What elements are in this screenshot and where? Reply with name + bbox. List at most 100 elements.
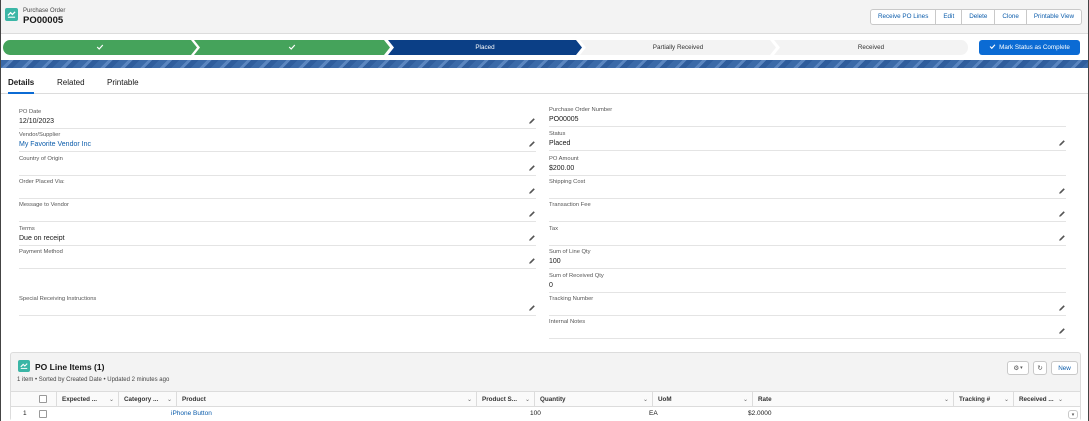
column-tracking[interactable]: Tracking # ⌄ bbox=[953, 392, 1013, 407]
table-header: Expected ... ⌄ Category ... ⌄ Product ⌄ Pro… bbox=[11, 391, 1080, 407]
chevron-down-icon: ⌄ bbox=[466, 397, 472, 403]
edit-pencil-icon[interactable] bbox=[1058, 139, 1066, 147]
path-step-received[interactable]: Received bbox=[774, 40, 968, 55]
chevron-down-icon: ⌄ bbox=[524, 397, 530, 403]
edit-pencil-icon[interactable] bbox=[1058, 234, 1066, 242]
refresh-icon: ↻ bbox=[1037, 364, 1043, 372]
status-path: Placed Partially Received Received bbox=[1, 38, 1088, 58]
tab-printable[interactable]: Printable bbox=[107, 78, 139, 87]
field-special-receiving-instructions: Special Receiving Instructions bbox=[19, 294, 536, 316]
tab-details[interactable]: Details bbox=[8, 78, 35, 94]
record-page: Purchase Order PO00005 Receive PO Lines … bbox=[0, 0, 1089, 421]
record-tabs: Details Related Printable bbox=[1, 68, 1088, 94]
column-category[interactable]: Category ... ⌄ bbox=[118, 392, 176, 407]
field-sum-of-received-qty: Sum of Received Qty 0 bbox=[549, 271, 1066, 293]
related-list-subtitle: 1 item • Sorted by Created Date • Update… bbox=[17, 377, 170, 383]
path-step-label: Partially Received bbox=[652, 44, 704, 51]
po-line-items-related-list: PO Line Items (1) 1 item • Sorted by Cre… bbox=[10, 352, 1081, 421]
edit-pencil-icon[interactable] bbox=[528, 210, 536, 218]
edit-pencil-icon[interactable] bbox=[1058, 327, 1066, 335]
edit-pencil-icon[interactable] bbox=[528, 187, 536, 195]
path-step-placed[interactable]: Placed bbox=[388, 40, 582, 55]
field-terms: Terms Due on receipt bbox=[19, 224, 536, 246]
edit-pencil-icon[interactable] bbox=[528, 164, 536, 172]
chevron-down-icon: ⌄ bbox=[1057, 397, 1063, 403]
decorative-banner bbox=[1, 60, 1088, 68]
chevron-down-icon: ⌄ bbox=[1003, 397, 1009, 403]
chevron-down-icon: ▾ bbox=[1071, 411, 1075, 418]
select-all-checkbox[interactable] bbox=[39, 395, 47, 403]
field-status: Status Placed bbox=[549, 129, 1066, 151]
header-action-buttons: Receive PO Lines Edit Delete Clone Print… bbox=[869, 9, 1082, 25]
row-number: 1 bbox=[23, 410, 27, 417]
edit-pencil-icon[interactable] bbox=[1058, 187, 1066, 195]
field-order-placed-via: Order Placed Via: bbox=[19, 177, 536, 199]
chevron-down-icon: ⌄ bbox=[108, 397, 114, 403]
row-quantity: 100 bbox=[530, 410, 541, 417]
field-po-amount: PO Amount $200.00 bbox=[549, 154, 1066, 176]
printable-view-button[interactable]: Printable View bbox=[1025, 10, 1081, 24]
gear-icon: ⚙ bbox=[1013, 364, 1020, 372]
record-header: Purchase Order PO00005 Receive PO Lines … bbox=[1, 0, 1088, 34]
refresh-button[interactable]: ↻ bbox=[1033, 361, 1047, 375]
path-step-label: Received bbox=[857, 44, 885, 51]
purchase-order-icon bbox=[5, 8, 18, 21]
tab-related[interactable]: Related bbox=[57, 78, 85, 87]
chevron-down-icon: ⌄ bbox=[642, 397, 648, 403]
check-icon bbox=[288, 43, 296, 53]
edit-pencil-icon[interactable] bbox=[528, 140, 536, 148]
column-received[interactable]: Received ... ⌄ bbox=[1013, 392, 1067, 407]
edit-pencil-icon[interactable] bbox=[528, 257, 536, 265]
column-product-s[interactable]: Product S... ⌄ bbox=[476, 392, 534, 407]
related-list-title[interactable]: PO Line Items (1) bbox=[35, 362, 104, 372]
field-purchase-order-number: Purchase Order Number PO00005 bbox=[549, 105, 1066, 127]
check-icon bbox=[989, 43, 996, 52]
path-step-label: Placed bbox=[475, 44, 495, 51]
new-button[interactable]: New bbox=[1051, 361, 1078, 375]
field-tracking-number: Tracking Number bbox=[549, 294, 1066, 316]
field-country-of-origin: Country of Origin bbox=[19, 154, 536, 176]
edit-pencil-icon[interactable] bbox=[528, 304, 536, 312]
field-tax: Tax bbox=[549, 224, 1066, 246]
receive-po-lines-button[interactable]: Receive PO Lines bbox=[871, 10, 935, 24]
column-quantity[interactable]: Quantity ⌄ bbox=[534, 392, 652, 407]
record-name: PO00005 bbox=[23, 15, 64, 26]
column-rate[interactable]: Rate ⌄ bbox=[752, 392, 953, 407]
column-expected[interactable]: Expected ... ⌄ bbox=[56, 392, 118, 407]
mark-status-complete-button[interactable]: Mark Status as Complete bbox=[979, 40, 1080, 55]
table-row: 1 iPhone Button 100 EA $2.0000 ▾ bbox=[11, 407, 1080, 421]
field-transaction-fee: Transaction Fee bbox=[549, 200, 1066, 222]
path-step-2[interactable] bbox=[194, 40, 390, 55]
object-type-label: Purchase Order bbox=[23, 8, 66, 14]
field-shipping-cost: Shipping Cost bbox=[549, 177, 1066, 199]
row-uom: EA bbox=[649, 410, 658, 417]
field-internal-notes: Internal Notes bbox=[549, 317, 1066, 339]
row-checkbox[interactable] bbox=[39, 410, 47, 418]
chevron-down-icon: ⌄ bbox=[943, 397, 949, 403]
product-link[interactable]: iPhone Button bbox=[171, 410, 212, 417]
chevron-down-icon: ⌄ bbox=[742, 397, 748, 403]
path-step-partially-received[interactable]: Partially Received bbox=[580, 40, 776, 55]
row-actions-menu[interactable]: ▾ bbox=[1068, 410, 1078, 419]
field-vendor-supplier: Vendor/Supplier My Favorite Vendor Inc bbox=[19, 130, 536, 152]
chevron-down-icon: ⌄ bbox=[166, 397, 172, 403]
settings-gear-button[interactable]: ⚙ ▾ bbox=[1007, 361, 1029, 375]
edit-pencil-icon[interactable] bbox=[528, 117, 536, 125]
check-icon bbox=[96, 43, 104, 53]
vendor-link[interactable]: My Favorite Vendor Inc bbox=[19, 141, 91, 148]
column-product[interactable]: Product ⌄ bbox=[176, 392, 476, 407]
path-step-1[interactable] bbox=[3, 40, 197, 55]
field-po-date: PO Date 12/10/2023 bbox=[19, 107, 536, 129]
edit-pencil-icon[interactable] bbox=[528, 234, 536, 242]
field-payment-method: Payment Method bbox=[19, 247, 536, 269]
column-uom[interactable]: UoM ⌄ bbox=[652, 392, 752, 407]
clone-button[interactable]: Clone bbox=[994, 10, 1025, 24]
field-sum-of-line-qty: Sum of Line Qty 100 bbox=[549, 247, 1066, 269]
edit-pencil-icon[interactable] bbox=[1058, 304, 1066, 312]
row-rate: $2.0000 bbox=[748, 410, 772, 417]
edit-button[interactable]: Edit bbox=[935, 10, 961, 24]
field-message-to-vendor: Message to Vendor bbox=[19, 200, 536, 222]
po-line-items-icon bbox=[18, 360, 30, 372]
delete-button[interactable]: Delete bbox=[961, 10, 994, 24]
edit-pencil-icon[interactable] bbox=[1058, 210, 1066, 218]
